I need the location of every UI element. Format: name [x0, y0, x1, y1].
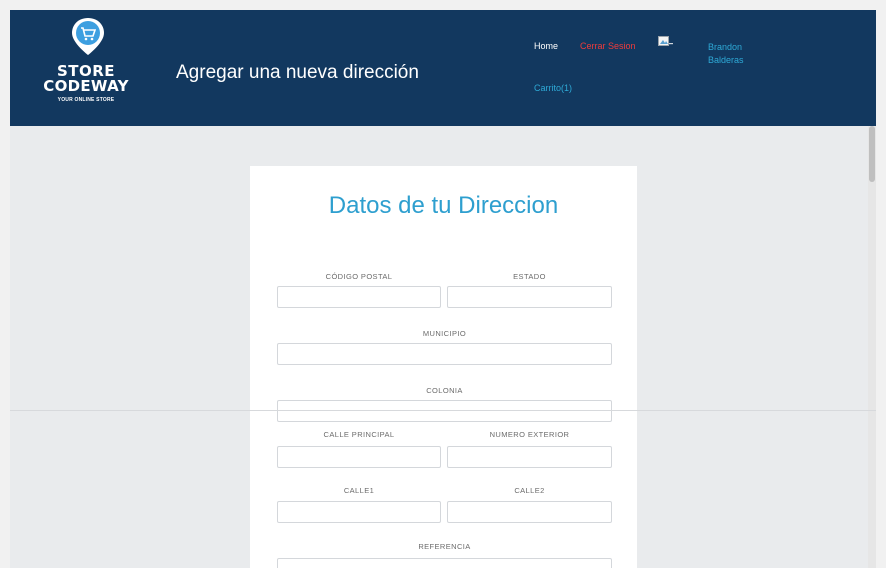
brand-name-line2: CODEWAY	[43, 77, 129, 95]
reference-input[interactable]	[277, 558, 612, 568]
street2-label: CALLE2	[514, 486, 545, 495]
broken-image-icon	[658, 36, 673, 46]
postal-code-input[interactable]	[277, 286, 441, 308]
reference-label: REFERENCIA	[418, 542, 471, 551]
screenshot-seam-divider	[10, 410, 876, 411]
cart-pin-icon	[72, 18, 104, 55]
nav-user-link[interactable]: Brandon Balderas	[708, 41, 768, 67]
state-input[interactable]	[447, 286, 612, 308]
colony-label: COLONIA	[426, 386, 463, 395]
main-street-label: CALLE PRINCIPAL	[323, 430, 395, 439]
store-logo[interactable]: STORE CODEWAY YOUR ONLINE STORE	[43, 16, 128, 124]
state-label: ESTADO	[513, 272, 546, 281]
address-form-card: Datos de tu Direccion CÓDIGO POSTAL ESTA…	[250, 166, 637, 568]
nav-cart-link[interactable]: Carrito(1)	[534, 83, 572, 93]
header: STORE CODEWAY YOUR ONLINE STORE Agregar …	[10, 10, 876, 126]
colony-input[interactable]	[277, 400, 612, 422]
street1-input[interactable]	[277, 501, 441, 523]
main-street-input[interactable]	[277, 446, 441, 468]
brand-tagline: YOUR ONLINE STORE	[57, 97, 115, 103]
exterior-number-label: NUMERO EXTERIOR	[489, 430, 570, 439]
scrollbar-thumb[interactable]	[869, 126, 875, 182]
nav-home-link[interactable]: Home	[534, 41, 558, 51]
municipality-label: MUNICIPIO	[422, 329, 467, 338]
postal-code-label: CÓDIGO POSTAL	[325, 272, 393, 281]
municipality-input[interactable]	[277, 343, 612, 365]
nav-logout-link[interactable]: Cerrar Sesion	[580, 41, 636, 51]
scrollbar[interactable]	[868, 126, 876, 568]
street1-label: CALLE1	[343, 486, 375, 495]
form-title: Datos de tu Direccion	[328, 192, 559, 219]
street2-input[interactable]	[447, 501, 612, 523]
exterior-number-input[interactable]	[447, 446, 612, 468]
page-title: Agregar una nueva dirección	[176, 62, 419, 83]
page: STORE CODEWAY YOUR ONLINE STORE Agregar …	[10, 10, 876, 568]
